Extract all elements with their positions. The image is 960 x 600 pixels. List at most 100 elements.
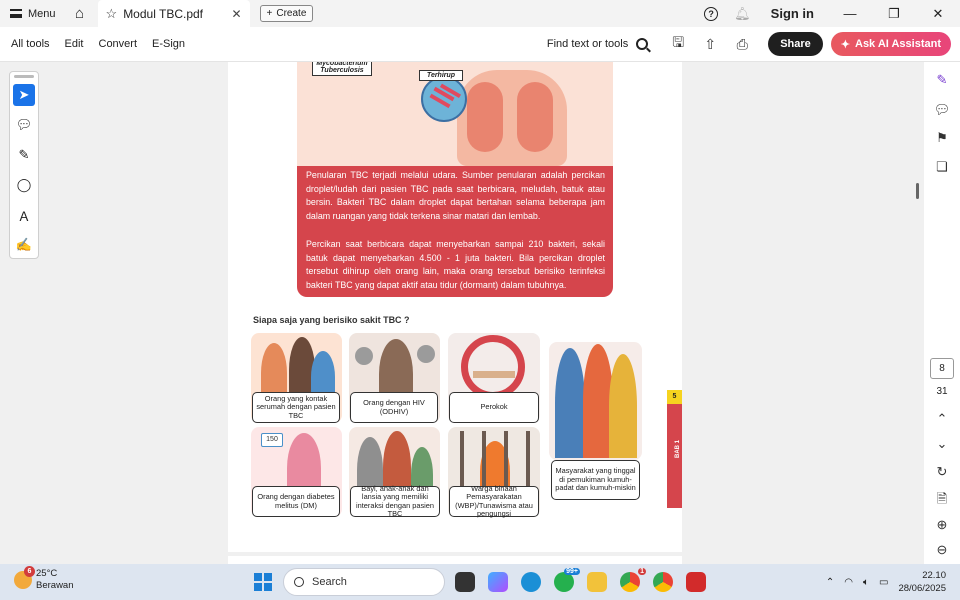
title-bar: Menu ⌂ ☆ Modul TBC.pdf ✕ + Create ? 🔔︎ S… bbox=[0, 0, 960, 27]
share-button[interactable]: Share bbox=[768, 32, 823, 56]
hamburger-icon bbox=[10, 9, 22, 18]
chrome-profile-icon[interactable] bbox=[653, 572, 673, 592]
card-caption: Orang yang kontak serumah dengan pasien … bbox=[252, 392, 340, 423]
transmission-info-box: Penularan TBC terjadi melalui udara. Sum… bbox=[297, 166, 613, 297]
comments-icon[interactable]: 💬︎ bbox=[933, 102, 951, 120]
sign-in-button[interactable]: Sign in bbox=[771, 6, 814, 21]
close-window-icon[interactable]: ✕ bbox=[916, 6, 960, 22]
card-caption: Orang dengan diabetes melitus (DM) bbox=[252, 486, 340, 517]
document-tab[interactable]: ☆ Modul TBC.pdf ✕ bbox=[97, 0, 250, 27]
windows-start-icon[interactable] bbox=[254, 573, 272, 591]
edge-browser-icon[interactable] bbox=[521, 572, 541, 592]
person-figure bbox=[609, 354, 637, 458]
bookmarks-icon[interactable]: ⚑ bbox=[933, 130, 951, 148]
temperature: 25°C bbox=[36, 568, 58, 579]
card-caption: Orang dengan HIV (ODHIV) bbox=[350, 392, 438, 423]
save-icon[interactable]: 🖫 bbox=[662, 32, 694, 56]
minimize-icon[interactable]: — bbox=[828, 6, 872, 21]
cigarette-icon bbox=[473, 371, 515, 378]
whatsapp-badge: 99+ bbox=[564, 568, 580, 575]
zoom-in-icon[interactable]: ⊕ bbox=[933, 517, 951, 535]
print-icon[interactable]: ⎙ bbox=[726, 36, 758, 53]
file-explorer-icon[interactable] bbox=[587, 572, 607, 592]
card-caption: Perokok bbox=[449, 392, 539, 423]
draw-tool-icon[interactable]: ✎ bbox=[13, 144, 35, 166]
chrome-badge: 1 bbox=[638, 568, 646, 575]
copilot-icon[interactable] bbox=[488, 572, 508, 592]
lasso-tool-icon[interactable]: ◯ bbox=[13, 174, 35, 196]
select-tool-icon[interactable]: ➤ bbox=[13, 84, 35, 106]
time: 22.10 bbox=[922, 570, 946, 581]
search-icon bbox=[294, 577, 304, 587]
create-button[interactable]: + Create bbox=[259, 5, 314, 22]
restore-icon[interactable]: ❐ bbox=[872, 6, 916, 22]
pdf-page: Mycobacterium Tuberculosis Terhirup Penu… bbox=[228, 62, 682, 552]
document-icon[interactable]: 🗎 bbox=[933, 490, 951, 508]
help-icon[interactable]: ? bbox=[704, 6, 719, 21]
right-lung bbox=[517, 82, 553, 152]
chapter-side-tab: 5 BAB 1 bbox=[667, 390, 682, 508]
task-view-icon[interactable] bbox=[455, 572, 475, 592]
no-smoking-sign bbox=[461, 335, 525, 399]
bell-icon[interactable]: 🔔︎ bbox=[734, 6, 751, 22]
current-page-input[interactable]: 8 bbox=[930, 358, 954, 379]
info-paragraph-2: Percikan saat berbicara dapat menyebarka… bbox=[306, 238, 605, 290]
glucose-reading: 150 bbox=[261, 433, 283, 447]
risk-question-heading: Siapa saja yang berisiko sakit TBC ? bbox=[253, 315, 410, 325]
ask-ai-button[interactable]: ✦ Ask AI Assistant bbox=[830, 32, 951, 56]
battery-icon[interactable]: ▭ bbox=[879, 577, 888, 588]
person-figure bbox=[555, 348, 585, 458]
tab-title: Modul TBC.pdf bbox=[123, 6, 204, 21]
document-viewport[interactable]: Mycobacterium Tuberculosis Terhirup Penu… bbox=[48, 62, 916, 564]
chevron-down-icon[interactable]: ⌄ bbox=[933, 436, 951, 454]
home-icon[interactable]: ⌂ bbox=[70, 0, 90, 27]
edit-pdf-icon[interactable]: ✎ bbox=[933, 72, 951, 90]
chevron-up-icon[interactable]: ⌃ bbox=[826, 577, 834, 588]
ask-ai-label: Ask AI Assistant bbox=[855, 38, 941, 50]
menu-label: Menu bbox=[28, 7, 56, 20]
clock[interactable]: 22.10 28/06/2025 bbox=[898, 569, 946, 595]
left-tool-palette: ➤ 💬︎ ✎ ◯ Ａ ✍ bbox=[9, 71, 39, 259]
whatsapp-icon[interactable]: 99+ bbox=[554, 568, 580, 592]
search-icon[interactable] bbox=[636, 38, 649, 50]
chapter-label: BAB 1 bbox=[675, 439, 682, 459]
chrome-icon[interactable]: 1 bbox=[620, 568, 646, 592]
card-caption: Masyarakat yang tinggal di pemukiman kum… bbox=[551, 460, 640, 500]
pages-icon[interactable]: ❏ bbox=[933, 159, 951, 177]
sign-tool-icon[interactable]: ✍ bbox=[13, 234, 35, 256]
star-icon[interactable]: ☆ bbox=[106, 6, 118, 22]
menu-button[interactable]: Menu bbox=[0, 0, 66, 27]
weather-widget[interactable]: 6 25°C Berawan bbox=[14, 566, 74, 592]
find-text-label[interactable]: Find text or tools bbox=[547, 38, 628, 50]
close-tab-icon[interactable]: ✕ bbox=[231, 7, 241, 21]
menu-edit[interactable]: Edit bbox=[65, 38, 84, 50]
upload-cloud-icon[interactable]: ⇧ bbox=[694, 36, 726, 53]
menu-convert[interactable]: Convert bbox=[99, 38, 138, 50]
zoom-out-icon[interactable]: ⊖ bbox=[933, 542, 951, 560]
acrobat-icon[interactable] bbox=[686, 572, 706, 592]
chevron-up-icon[interactable]: ⌃ bbox=[933, 411, 951, 429]
bacteria-magnifier bbox=[421, 76, 467, 122]
page-tab-number: 5 bbox=[667, 390, 682, 404]
create-label: Create bbox=[276, 8, 307, 19]
vertical-scrollbar[interactable] bbox=[916, 183, 919, 199]
rotate-icon[interactable]: ↻ bbox=[933, 464, 951, 482]
weather-badge: 6 bbox=[24, 566, 35, 577]
menu-all-tools[interactable]: All tools bbox=[11, 38, 50, 50]
weather-description: Berawan bbox=[36, 580, 74, 591]
wifi-icon[interactable]: ◠ bbox=[844, 577, 853, 588]
text-select-tool-icon[interactable]: Ａ bbox=[13, 204, 35, 226]
menu-e-sign[interactable]: E-Sign bbox=[152, 38, 185, 50]
card-caption: Bayi, anak-anak dan lansia yang memiliki… bbox=[350, 484, 440, 518]
inhaled-label: Terhirup bbox=[419, 70, 463, 81]
comment-tool-icon[interactable]: 💬︎ bbox=[13, 114, 35, 136]
left-lung bbox=[467, 82, 503, 152]
palette-grip[interactable] bbox=[14, 75, 34, 78]
taskbar-search[interactable]: Search bbox=[283, 568, 445, 596]
volume-icon[interactable]: 🔈︎ bbox=[863, 577, 869, 588]
windows-taskbar: 6 25°C Berawan Search 99+ 1 ⌃ ◠ 🔈︎ ▭ 22.… bbox=[0, 564, 960, 600]
transmission-illustration: Mycobacterium Tuberculosis Terhirup bbox=[297, 62, 613, 166]
weather-sun-icon: 6 bbox=[14, 566, 35, 589]
next-pdf-page bbox=[228, 556, 682, 564]
plus-icon: + bbox=[266, 8, 273, 19]
